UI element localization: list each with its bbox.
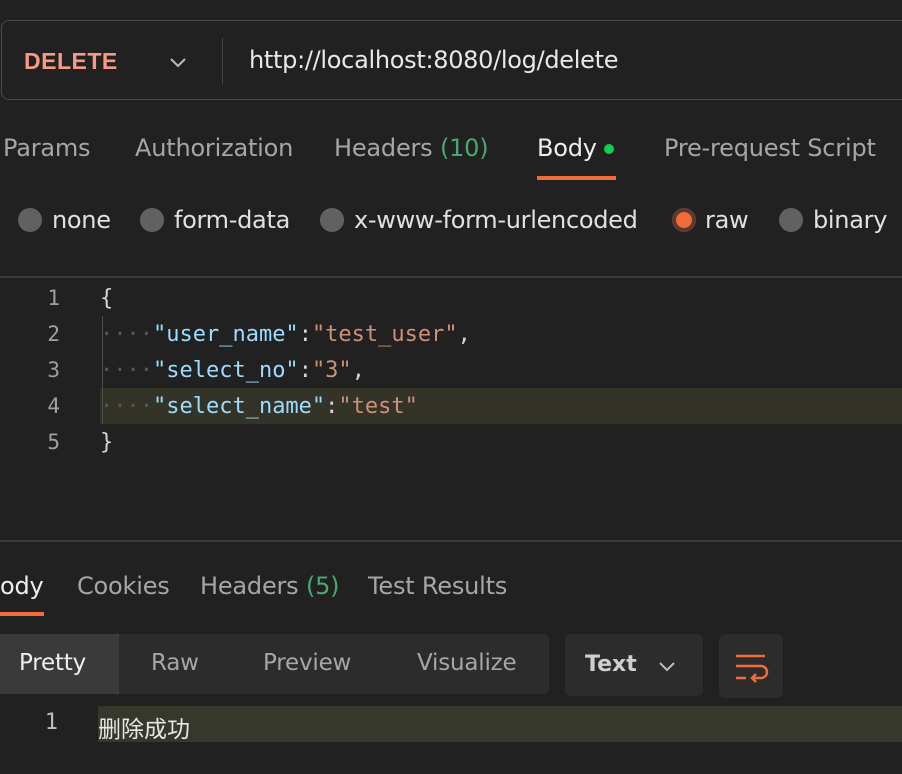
json-key: "select_name" xyxy=(152,394,326,419)
radio-form-data-label[interactable]: form-data xyxy=(174,206,290,234)
json-value: "test_user" xyxy=(311,322,458,347)
radio-form-data[interactable] xyxy=(140,208,164,232)
response-tab-test-results[interactable]: Test Results xyxy=(368,572,507,600)
radio-none[interactable] xyxy=(18,208,42,232)
wrap-lines-button[interactable] xyxy=(719,634,783,698)
format-preview[interactable]: Preview xyxy=(263,650,351,676)
body-modified-dot xyxy=(604,144,614,154)
radio-binary-label[interactable]: binary xyxy=(813,206,887,234)
code-line-1[interactable]: { xyxy=(100,286,113,311)
response-highlighted-line xyxy=(98,706,902,742)
line-number: 2 xyxy=(47,322,60,346)
brace-open: { xyxy=(100,286,114,311)
text-wrap-icon xyxy=(736,654,769,683)
brace-close: } xyxy=(100,430,114,455)
tab-authorization[interactable]: Authorization xyxy=(135,134,293,162)
response-tab-cookies[interactable]: Cookies xyxy=(77,572,170,600)
radio-x-www-form-urlencoded[interactable] xyxy=(320,208,344,232)
code-line-5[interactable]: } xyxy=(100,430,113,455)
chevron-down-icon[interactable] xyxy=(168,52,188,72)
format-type-label[interactable]: Text xyxy=(585,652,637,677)
format-visualize[interactable]: Visualize xyxy=(417,650,517,676)
response-body-text[interactable]: 删除成功 xyxy=(98,710,190,744)
response-divider[interactable] xyxy=(0,540,902,542)
radio-none-label[interactable]: none xyxy=(52,206,111,234)
json-key: "user_name" xyxy=(152,322,299,347)
line-number: 4 xyxy=(47,394,60,418)
url-input[interactable]: http://localhost:8080/log/delete xyxy=(249,46,618,74)
active-tab-indicator xyxy=(537,176,616,180)
response-active-tab-indicator xyxy=(0,612,44,616)
format-raw[interactable]: Raw xyxy=(151,650,199,676)
divider xyxy=(0,276,902,278)
radio-x-www-form-urlencoded-label[interactable]: x-www-form-urlencoded xyxy=(354,206,638,234)
json-value: "test" xyxy=(338,394,418,419)
radio-raw-label[interactable]: raw xyxy=(705,206,749,234)
format-pretty[interactable]: Pretty xyxy=(19,650,86,676)
response-line-number: 1 xyxy=(44,710,58,735)
json-value: "3" xyxy=(311,358,352,383)
radio-binary[interactable] xyxy=(779,208,803,232)
tab-params[interactable]: Params xyxy=(3,134,91,162)
line-number: 5 xyxy=(47,430,60,454)
http-method-select[interactable]: DELETE xyxy=(24,48,118,75)
tab-body[interactable]: Body xyxy=(537,134,597,162)
chevron-down-icon[interactable] xyxy=(657,656,677,676)
code-line-2[interactable]: ····"user_name":"test_user", xyxy=(100,322,471,347)
radio-raw[interactable] xyxy=(672,208,696,232)
json-key: "select_no" xyxy=(152,358,299,383)
line-number: 1 xyxy=(47,286,60,310)
response-tab-headers-count: (5) xyxy=(305,572,340,600)
response-tab-body[interactable]: ody xyxy=(0,572,44,600)
tab-headers[interactable]: Headers (10) xyxy=(334,134,489,162)
tab-headers-count: (10) xyxy=(439,134,489,162)
tab-headers-label: Headers xyxy=(334,134,433,162)
code-line-3[interactable]: ····"select_no":"3", xyxy=(100,358,365,383)
code-line-4[interactable]: ····"select_name":"test" xyxy=(100,394,418,419)
tab-pre-request-script[interactable]: Pre-request Script xyxy=(664,134,876,162)
url-divider xyxy=(222,38,223,84)
response-tab-headers[interactable]: Headers (5) xyxy=(200,572,340,600)
response-tab-headers-label: Headers xyxy=(200,572,299,600)
line-number: 3 xyxy=(47,358,60,382)
